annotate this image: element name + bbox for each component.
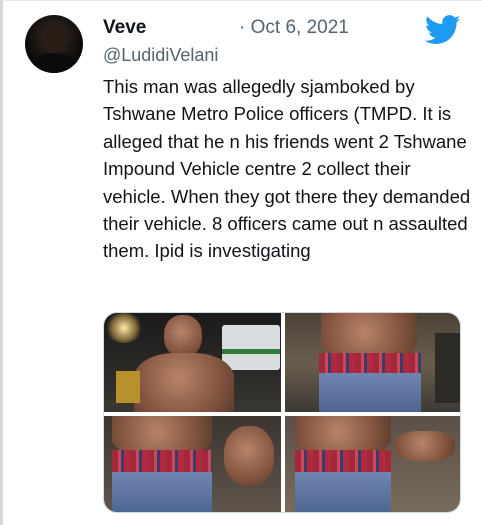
photo-1[interactable] [104,313,281,412]
tweet-date[interactable]: · Oct 6, 2021 [239,17,349,39]
arm [224,426,274,486]
vehicle-stripe [222,349,280,354]
jeans [295,472,391,512]
jeans [319,373,421,412]
media-grid [103,312,461,513]
avatar[interactable] [25,15,83,73]
tweet-text: This man was allegedly sjamboked by Tshw… [103,76,471,262]
background-figure [435,333,460,403]
photo-2[interactable] [285,313,460,412]
jeans [112,472,212,512]
underwear-band [319,353,421,375]
photo-4[interactable] [285,416,460,512]
author-handle[interactable]: @LudidiVelani [103,45,218,66]
avatar-face [42,25,66,53]
twitter-bird-icon[interactable] [425,15,461,45]
underwear-band [295,450,391,474]
streetlight-glow [104,313,144,343]
man-back [134,353,234,412]
photo-3[interactable] [104,416,281,512]
hand [395,431,455,461]
man-head [164,315,202,357]
vehicle [222,325,280,370]
author-name[interactable]: Veve [103,17,146,39]
tweet-card[interactable]: Veve · Oct 6, 2021 @LudidiVelani This ma… [0,0,482,525]
avatar-shoulders [29,53,79,73]
yellow-object [116,371,140,403]
underwear-band [112,450,212,474]
